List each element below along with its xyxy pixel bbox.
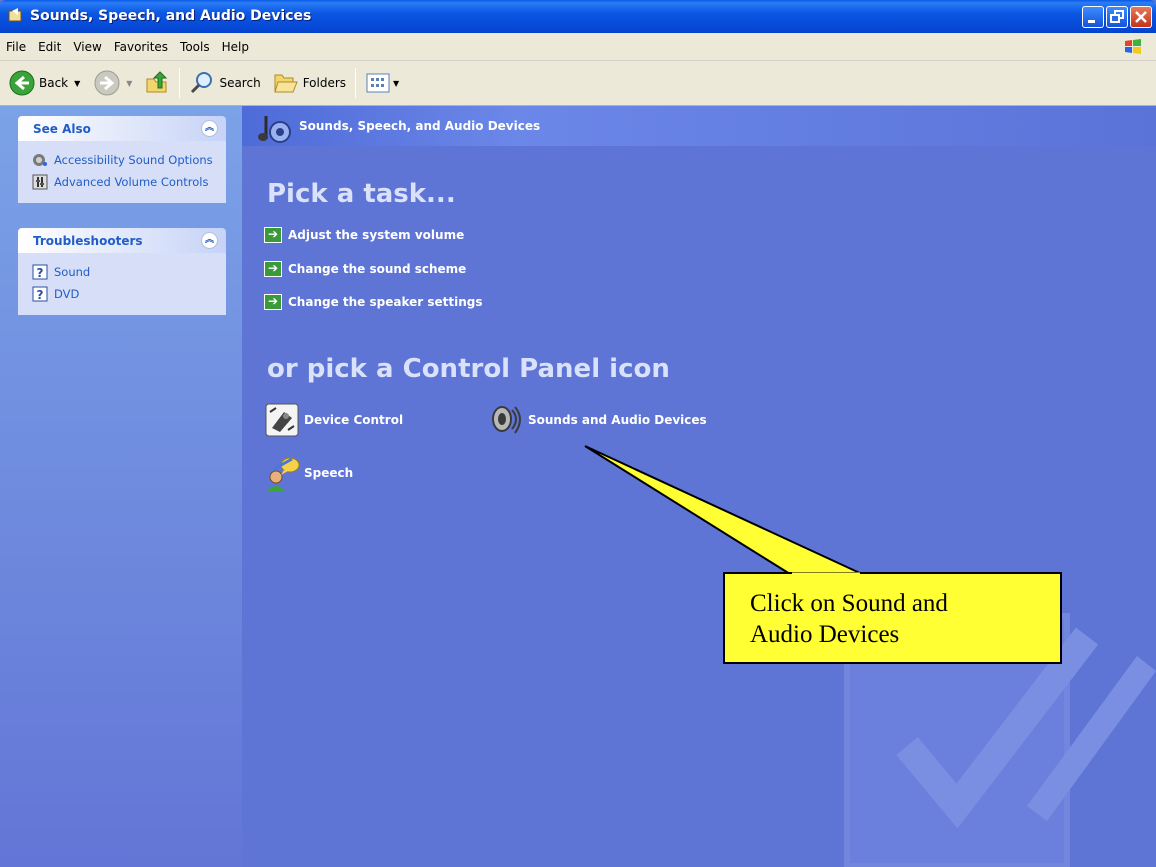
callout-text: Click on Sound and Audio Devices (750, 588, 948, 650)
callout-box: Click on Sound and Audio Devices (723, 572, 1062, 664)
callout-line-1: Click on Sound and (750, 590, 948, 617)
callout-line-2: Audio Devices (750, 621, 900, 648)
callout-pointer (584, 445, 863, 575)
